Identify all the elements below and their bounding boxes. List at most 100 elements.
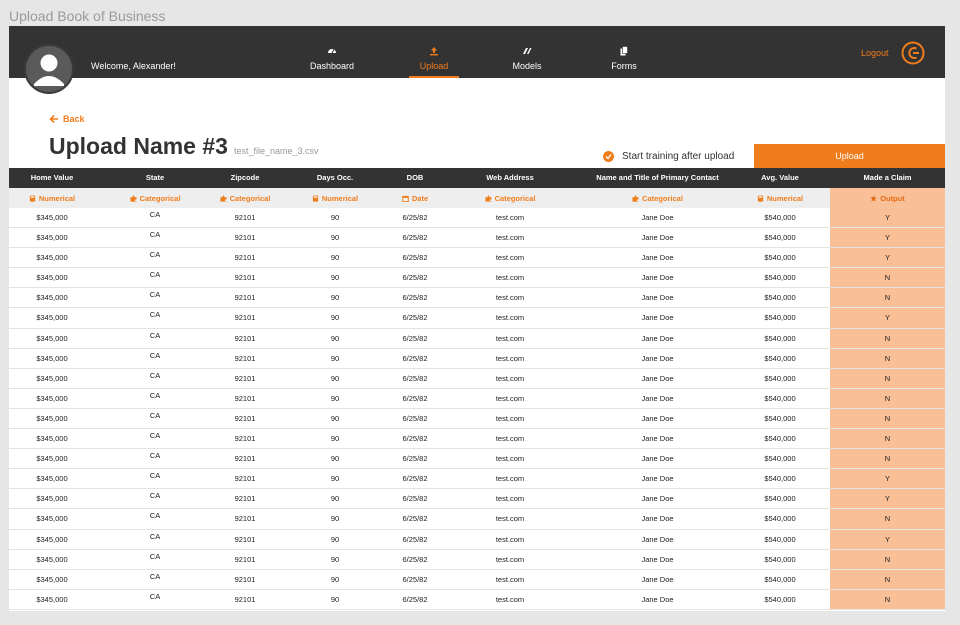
table-cell: $345,000 — [36, 373, 68, 383]
back-label: Back — [63, 114, 85, 124]
column-type-selector[interactable]: Categorical — [95, 188, 215, 208]
column-type-label: Numerical — [766, 194, 804, 203]
table-cell: $540,000 — [764, 454, 796, 464]
table-cell: $540,000 — [764, 494, 796, 504]
table-row: $345,000 CA 92101 90 6/25/82 test.com Jane Doe… — [9, 589, 945, 610]
welcome-text: Welcome, Alexander! — [91, 61, 176, 71]
table-cell: test.com — [495, 554, 525, 564]
nav-label-forms: Forms — [611, 61, 637, 71]
table-cell: N — [830, 288, 945, 308]
table-cell: $540,000 — [764, 474, 796, 484]
table-cell: 90 — [330, 353, 340, 363]
table-cell: 6/25/82 — [402, 454, 428, 464]
table-cell: CA — [149, 431, 161, 441]
training-label: Start training after upload — [622, 151, 735, 162]
calculator-icon — [757, 194, 767, 203]
table-row: $345,000 CA 92101 90 6/25/82 test.com Jane Doe… — [9, 429, 945, 450]
column-type-selector[interactable]: Categorical — [215, 188, 275, 208]
table-cell: Jane Doe — [641, 393, 674, 403]
table-cell: CA — [149, 290, 161, 300]
nav-label-models: Models — [512, 61, 542, 71]
table-cell: test.com — [495, 233, 525, 243]
table-cell: $345,000 — [36, 293, 68, 303]
table-cell: 90 — [330, 213, 340, 222]
table-cell: CA — [149, 451, 161, 461]
column-type-selector[interactable]: Output — [830, 188, 945, 208]
table-cell: CA — [149, 491, 161, 501]
avatar[interactable] — [24, 44, 74, 94]
table-cell: test.com — [495, 353, 525, 363]
upload-icon — [430, 47, 438, 56]
back-link[interactable]: Back — [49, 114, 85, 124]
user-icon — [26, 46, 72, 92]
table-cell: $540,000 — [764, 253, 796, 263]
table-header: Home Value State Zipcode Days Occ. DOB Web Ad… — [9, 168, 945, 188]
table-cell: Jane Doe — [641, 534, 674, 544]
column-type-selector[interactable]: Numerical — [730, 188, 830, 208]
nav-label-dashboard: Dashboard — [309, 61, 355, 71]
table-cell: 90 — [330, 313, 340, 323]
table-cell: N — [830, 368, 945, 388]
table-cell: 90 — [330, 393, 340, 403]
training-checkbox[interactable]: Start training after upload — [603, 151, 734, 162]
column-type-selector[interactable]: Categorical — [435, 188, 585, 208]
table-cell: $540,000 — [764, 373, 796, 383]
table-cell: 90 — [330, 514, 340, 524]
nav-item-models[interactable]: Models — [502, 26, 552, 78]
table-cell: 92101 — [234, 393, 256, 403]
calendar-icon — [402, 194, 412, 203]
table-row: $345,000 CA 92101 90 6/25/82 test.com Jane Doe… — [9, 509, 945, 530]
table-cell: N — [830, 549, 945, 569]
table-cell: 6/25/82 — [402, 413, 428, 423]
check-circle-icon[interactable] — [603, 151, 614, 162]
table-cell: $345,000 — [36, 353, 68, 363]
column-type-selector[interactable]: Numerical — [275, 188, 395, 208]
nav-label-upload: Upload — [419, 61, 449, 71]
table-cell: Jane Doe — [641, 554, 674, 564]
table-cell: $540,000 — [764, 534, 796, 544]
table-row: $345,000 CA 92101 90 6/25/82 test.com Jane Doe… — [9, 228, 945, 249]
table-cell: $345,000 — [36, 313, 68, 323]
nav-item-dashboard[interactable]: Dashboard — [302, 26, 362, 78]
table-cell: N — [830, 388, 945, 408]
table-cell: CA — [149, 350, 161, 360]
table-cell: test.com — [495, 534, 525, 544]
table-cell: test.com — [495, 494, 525, 504]
table-cell: $345,000 — [36, 213, 68, 222]
table-cell: test.com — [495, 293, 525, 303]
table-cell: 6/25/82 — [402, 233, 428, 243]
table-cell: $540,000 — [764, 514, 796, 524]
table-row: $345,000 CA 92101 90 6/25/82 test.com Jane Doe… — [9, 529, 945, 550]
table-cell: $540,000 — [764, 574, 796, 584]
column-header: Name and Title of Primary Contact — [596, 173, 719, 182]
table-cell: N — [830, 589, 945, 609]
table-cell: $540,000 — [764, 233, 796, 243]
table-cell: $540,000 — [764, 594, 796, 604]
calculator-icon — [29, 194, 39, 203]
table-cell: 92101 — [234, 353, 256, 363]
table-cell: 6/25/82 — [402, 313, 428, 323]
table-cell: 6/25/82 — [402, 494, 428, 504]
table-cell: 90 — [330, 434, 340, 444]
nav-item-forms[interactable]: Forms — [599, 26, 649, 78]
column-type-label: Output — [880, 194, 905, 203]
nav-item-upload[interactable]: Upload — [409, 26, 459, 78]
table-cell: $345,000 — [36, 333, 68, 343]
table-cell: 92101 — [234, 514, 256, 524]
table-cell: Y — [830, 489, 945, 509]
logout-link[interactable]: Logout — [861, 48, 889, 58]
column-type-selector[interactable]: Numerical — [9, 188, 95, 208]
column-type-selector[interactable]: Categorical — [585, 188, 730, 208]
table-cell: 6/25/82 — [402, 534, 428, 544]
table-cell: 6/25/82 — [402, 393, 428, 403]
file-name: test_file_name_3.csv — [234, 146, 319, 156]
column-type-selector[interactable]: Date — [395, 188, 435, 208]
table-cell: N — [830, 429, 945, 449]
table-cell: CA — [149, 591, 161, 601]
data-table: Home Value State Zipcode Days Occ. DOB Web Ad… — [9, 168, 945, 610]
table-cell: $345,000 — [36, 393, 68, 403]
table-cell: 90 — [330, 273, 340, 283]
table-cell: 90 — [330, 373, 340, 383]
table-cell: CA — [149, 551, 161, 561]
upload-button[interactable]: Upload — [754, 144, 945, 168]
